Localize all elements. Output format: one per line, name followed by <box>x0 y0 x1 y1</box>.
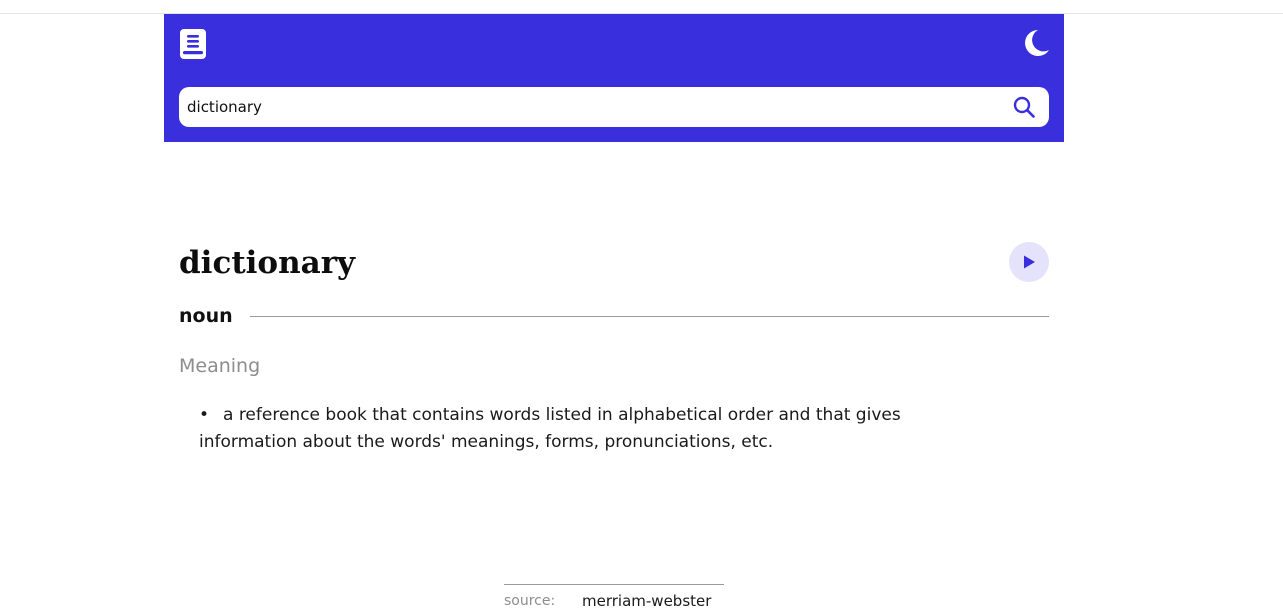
search-bar <box>179 87 1049 127</box>
search-icon[interactable] <box>1013 96 1035 118</box>
source-divider <box>504 584 724 585</box>
part-of-speech: noun <box>179 305 233 327</box>
moon-icon[interactable] <box>1024 29 1050 57</box>
definition-text: a reference book that contains words lis… <box>199 405 901 452</box>
play-pronunciation-button[interactable] <box>1009 242 1049 282</box>
play-icon <box>1024 255 1035 269</box>
meaning-heading: Meaning <box>179 355 261 377</box>
bullet: • <box>199 405 210 425</box>
source-label: source: <box>504 593 556 609</box>
definition-item: • a reference book that contains words li… <box>199 402 959 456</box>
part-of-speech-divider <box>250 316 1049 317</box>
book-icon <box>180 29 206 59</box>
app-header <box>164 14 1064 142</box>
word-title: dictionary <box>179 245 356 281</box>
search-input[interactable] <box>179 87 999 127</box>
source-link[interactable]: merriam-webster <box>582 592 711 610</box>
definition-list: • a reference book that contains words li… <box>199 402 959 456</box>
